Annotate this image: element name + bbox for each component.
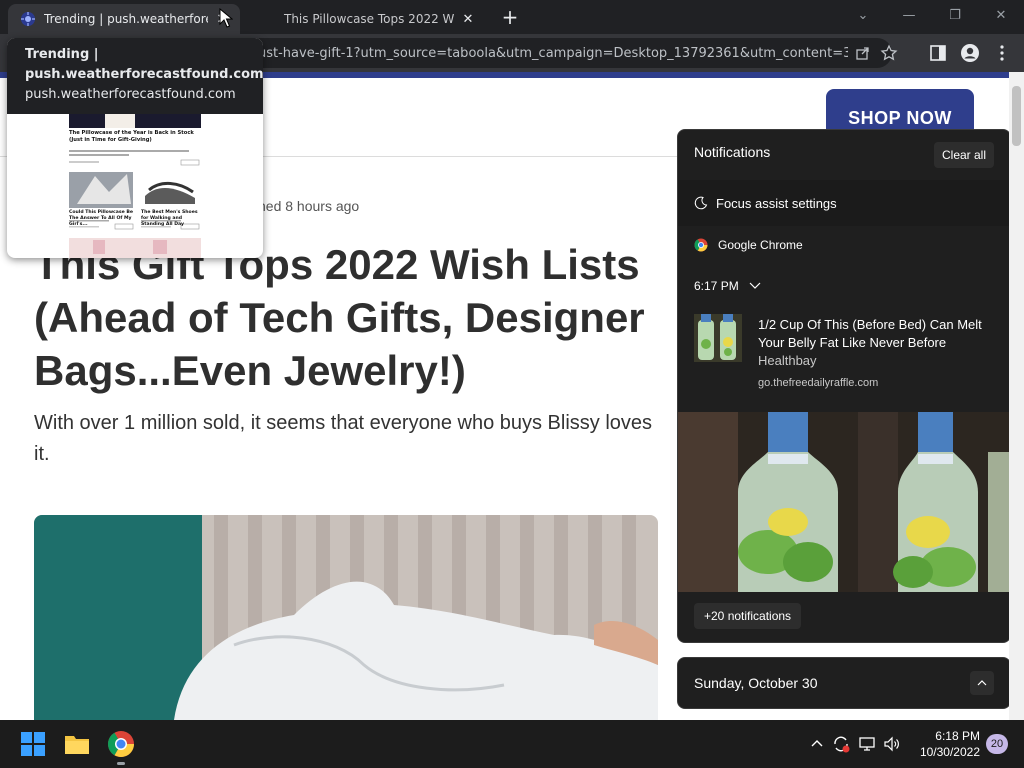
- chevron-down-icon: [749, 282, 761, 289]
- thumb-headline: The Pillowcase of the Year is Back in St…: [69, 130, 194, 143]
- tab-title: Trending | push.weatherforecastfound.com: [44, 12, 208, 26]
- notification-count-badge[interactable]: 20: [986, 734, 1008, 754]
- tab-search-icon[interactable]: ⌄: [840, 4, 886, 28]
- notification-url: go.thefreedailyraffle.com: [758, 377, 879, 389]
- published-time: hed 8 hours ago: [258, 198, 360, 214]
- thumb-card-2: The Best Men's Shoes for Walking and Sta…: [141, 210, 198, 227]
- page-scrollbar[interactable]: [1009, 72, 1024, 720]
- scrollbar-thumb[interactable]: [1012, 86, 1021, 146]
- volume-icon[interactable]: [883, 735, 901, 753]
- tab-close-icon[interactable]: ✕: [460, 12, 476, 27]
- focus-assist-label: Focus assist settings: [716, 195, 837, 211]
- tab-trending[interactable]: Trending | push.weatherforecastfound.com…: [8, 4, 240, 34]
- thumb-card-1: Could This Pillowcase Be The Answer To A…: [69, 210, 133, 227]
- mouse-cursor-icon: [219, 8, 233, 28]
- tab-title: This Pillowcase Tops 2022 Wish Lists: [284, 12, 454, 26]
- hover-card-title: Trending | push.weatherforecastfound.com: [25, 47, 263, 82]
- chrome-taskbar-icon[interactable]: [107, 730, 135, 758]
- calendar-date: Sunday, October 30: [694, 675, 818, 691]
- notification-center: Notifications Clear all Focus assist set…: [677, 129, 1011, 643]
- clock-date: 10/30/2022: [919, 745, 980, 759]
- chrome-icon: [694, 238, 708, 252]
- more-notifications-button[interactable]: +20 notifications: [694, 603, 802, 629]
- chevron-up-tray-icon[interactable]: [808, 735, 826, 753]
- notification-title[interactable]: 1/2 Cup Of This (Before Bed) Can Melt Yo…: [758, 316, 998, 352]
- share-icon[interactable]: [854, 44, 872, 62]
- calendar-expand-button[interactable]: [970, 671, 994, 695]
- taskbar: 6:18 PM 10/30/2022 20: [0, 720, 1024, 768]
- bookmark-star-icon[interactable]: [880, 44, 898, 62]
- calendar-panel: Sunday, October 30: [677, 657, 1011, 709]
- tab-hover-card: Trending | push.weatherforecastfound.com…: [7, 38, 263, 258]
- side-panel-icon[interactable]: [928, 43, 948, 63]
- sync-alert-icon[interactable]: [832, 735, 850, 753]
- file-explorer-icon[interactable]: [63, 730, 91, 758]
- new-tab-button[interactable]: +: [498, 6, 522, 30]
- tab-pillowcase[interactable]: This Pillowcase Tops 2022 Wish Lists ✕: [246, 4, 486, 34]
- minimize-button[interactable]: —: [886, 4, 932, 28]
- address-bar[interactable]: ust-have-gift-1?utm_source=taboola&utm_c…: [240, 38, 898, 68]
- profile-avatar-icon[interactable]: [960, 43, 980, 63]
- hover-card-header: Trending | push.weatherforecastfound.com…: [7, 38, 263, 114]
- hover-card-thumbnail: The Pillowcase of the Year is Back in St…: [65, 114, 205, 258]
- maximize-button[interactable]: ❐: [932, 4, 978, 28]
- chevron-up-icon: [977, 680, 987, 686]
- moon-icon: [694, 196, 708, 210]
- article-headline: This Gift Tops 2022 Wish Lists (Ahead of…: [34, 241, 645, 394]
- hero-image: [34, 515, 658, 720]
- focus-assist-settings-link[interactable]: Focus assist settings: [678, 180, 1010, 226]
- hover-card-domain: push.weatherforecastfound.com: [25, 87, 236, 102]
- app-name: Google Chrome: [718, 238, 803, 252]
- start-windows-icon[interactable]: [19, 730, 47, 758]
- notification-app-header: Google Chrome: [694, 238, 803, 252]
- notification-time: 6:17 PM: [694, 279, 739, 293]
- window-close-button[interactable]: ✕: [978, 4, 1024, 28]
- clear-all-button[interactable]: Clear all: [933, 142, 994, 168]
- clock-time: 6:18 PM: [935, 729, 980, 743]
- notification-time-group[interactable]: 6:17 PM: [694, 279, 761, 293]
- more-menu-icon[interactable]: [992, 43, 1012, 63]
- notifications-heading: Notifications: [694, 144, 771, 160]
- running-indicator: [117, 762, 125, 765]
- article-subhead: With over 1 million sold, it seems that …: [34, 412, 653, 465]
- tab-strip: Trending | push.weatherforecastfound.com…: [0, 0, 1024, 34]
- taskbar-clock[interactable]: 6:18 PM 10/30/2022: [912, 728, 980, 760]
- notification-source: Healthbay: [758, 353, 817, 368]
- weather-favicon-icon: [21, 12, 35, 26]
- notification-thumbnail: [694, 314, 742, 362]
- url-text: ust-have-gift-1?utm_source=taboola&utm_c…: [258, 45, 848, 61]
- notification-hero-image[interactable]: [678, 412, 1010, 592]
- network-monitor-icon[interactable]: [858, 735, 876, 753]
